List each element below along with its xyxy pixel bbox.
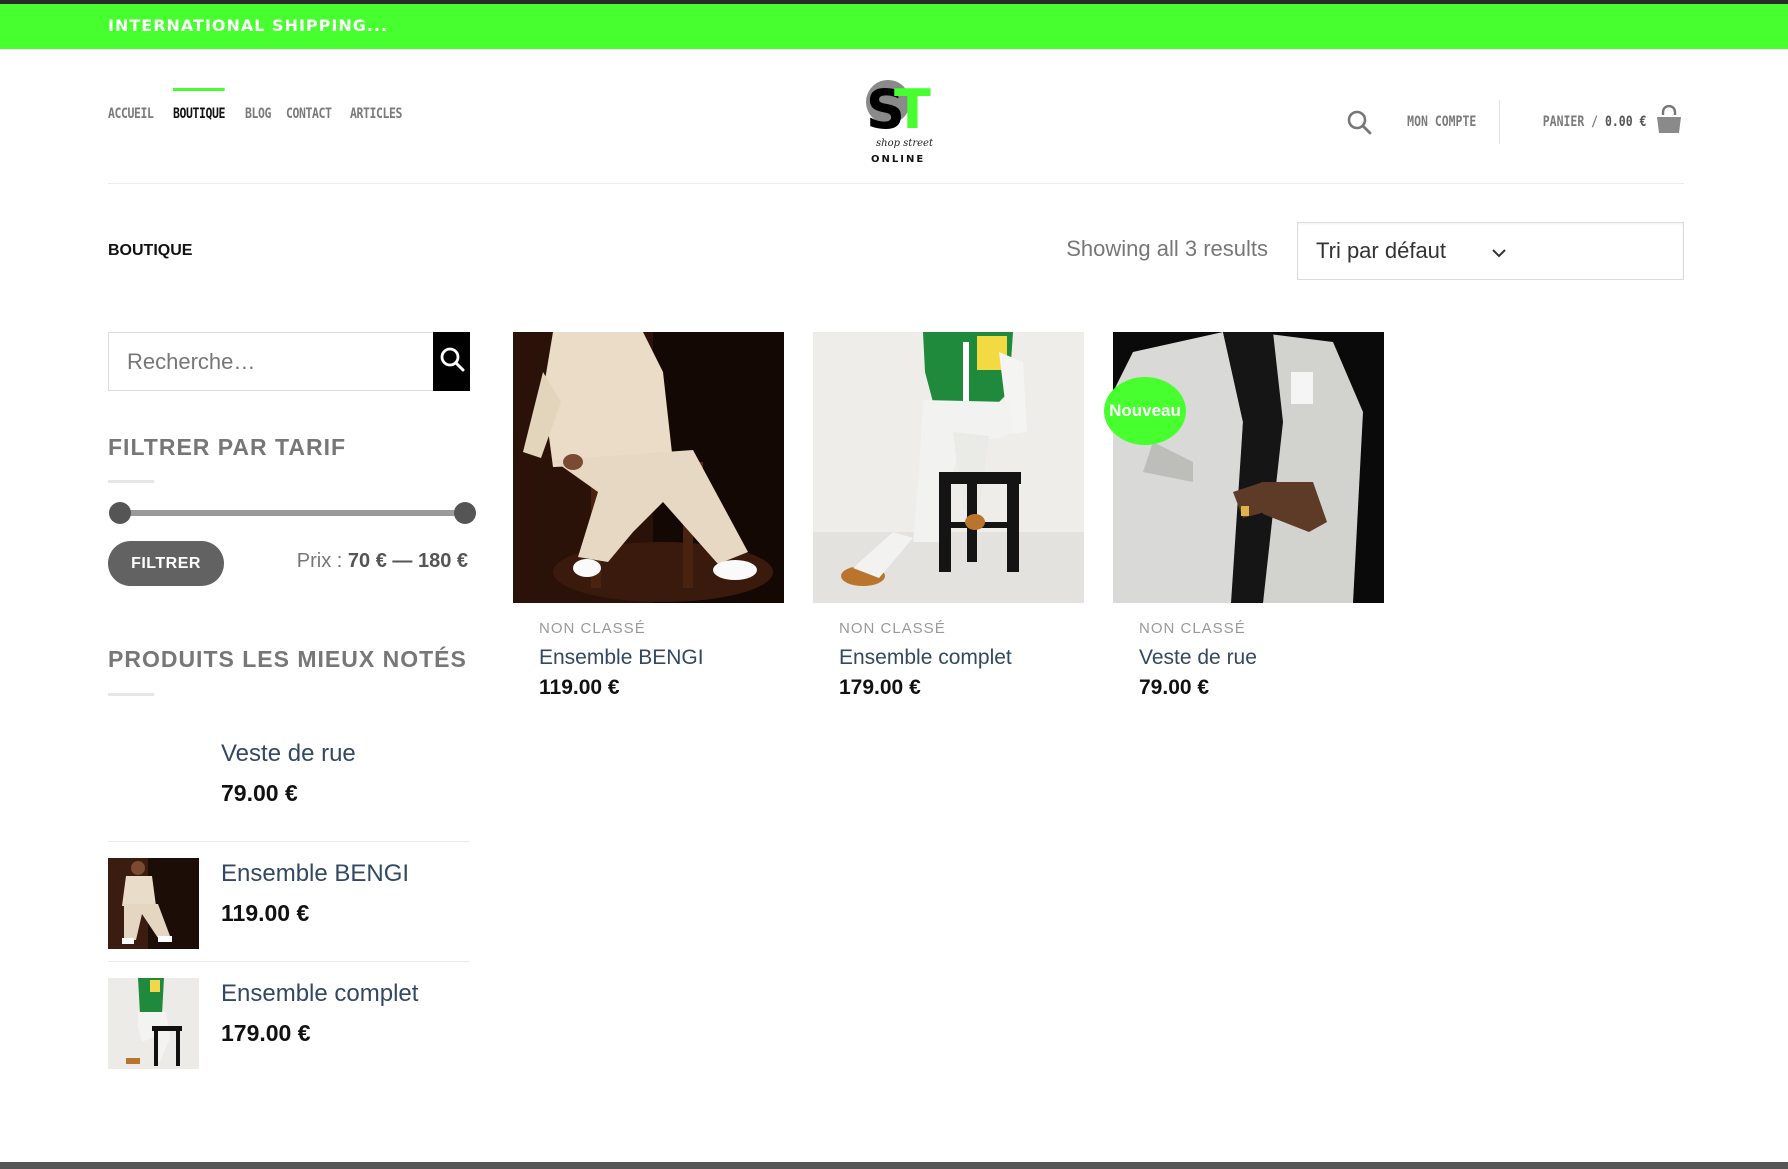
- svg-text:shop street: shop street: [876, 138, 934, 149]
- search-input[interactable]: [108, 332, 433, 391]
- product-price: 79.00 €: [1139, 676, 1210, 699]
- product-category[interactable]: NON CLASSÉ: [839, 620, 946, 637]
- breadcrumb: BOUTIQUE: [108, 242, 193, 259]
- top-rated-item-name[interactable]: Ensemble BENGI: [221, 860, 409, 888]
- announcement-bar: INTERNATIONAL SHIPPING...: [0, 4, 1788, 49]
- chevron-down-icon: [1491, 238, 1666, 264]
- list-divider: [108, 841, 470, 842]
- logo-mark: S T shop street ONLINE: [866, 78, 934, 165]
- top-rated-item-price: 119.00 €: [221, 900, 310, 926]
- product-thumbnail[interactable]: [108, 858, 199, 949]
- sidebar-search: [108, 332, 470, 391]
- new-badge: Nouveau: [1104, 377, 1186, 445]
- top-rated-item-veste[interactable]: Veste de rue 79.00 €: [108, 740, 470, 830]
- footer-strip: [0, 1162, 1788, 1169]
- price-range-value: 70 € — 180 €: [347, 550, 468, 572]
- nav-item-accueil[interactable]: ACCUEIL: [108, 106, 154, 122]
- account-link[interactable]: MON COMPTE: [1407, 114, 1476, 130]
- cart-total: 0.00 €: [1604, 114, 1646, 130]
- top-rated-item-price: 179.00 €: [221, 1020, 311, 1046]
- sort-select[interactable]: Tri par défaut: [1297, 222, 1684, 280]
- product-category[interactable]: NON CLASSÉ: [1139, 620, 1246, 637]
- nav-item-articles[interactable]: ARTICLES: [350, 106, 402, 122]
- product-category[interactable]: NON CLASSÉ: [539, 620, 646, 637]
- header-divider-line: [108, 183, 1684, 184]
- product-thumbnail[interactable]: [108, 978, 199, 1069]
- nav-item-boutique[interactable]: BOUTIQUE: [172, 88, 225, 122]
- result-count: Showing all 3 results: [1066, 236, 1268, 261]
- product-card: NON CLASSÉ Veste de rue 79.00 €: [1113, 332, 1384, 699]
- top-rated-item-complet[interactable]: Ensemble complet 179.00 €: [108, 978, 470, 1069]
- product-card: NON CLASSÉ Ensemble BENGI 119.00 €: [513, 332, 784, 699]
- product-price: 119.00 €: [539, 676, 620, 699]
- top-rated-item-name[interactable]: Ensemble complet: [221, 980, 418, 1008]
- product-image[interactable]: [813, 332, 1084, 603]
- top-rated-item-name[interactable]: Veste de rue: [221, 740, 356, 768]
- product-title[interactable]: Veste de rue: [1139, 646, 1257, 670]
- widget-title-underline: [108, 480, 154, 483]
- filter-button[interactable]: FILTRER: [108, 541, 224, 586]
- product-title[interactable]: Ensemble BENGI: [539, 646, 704, 670]
- price-filter-title: FILTRER PAR TARIF: [108, 434, 347, 460]
- top-rated-title: PRODUITS LES MIEUX NOTÉS: [108, 646, 467, 672]
- product-price: 179.00 €: [839, 676, 921, 699]
- cart-link[interactable]: PANIER / 0.00 €: [1520, 104, 1684, 140]
- search-submit-button[interactable]: [433, 332, 470, 391]
- announcement-text: INTERNATIONAL SHIPPING...: [108, 16, 389, 35]
- main-nav: ACCUEIL BOUTIQUE BLOG CONTACT ARTICLES: [108, 88, 403, 122]
- search-icon[interactable]: [1346, 109, 1372, 135]
- header-actions: MON COMPTE PANIER / 0.00 €: [1346, 100, 1684, 144]
- svg-text:T: T: [894, 78, 931, 141]
- list-divider: [108, 961, 470, 962]
- site-logo[interactable]: S T shop street ONLINE: [858, 76, 938, 166]
- nav-item-blog[interactable]: BLOG: [245, 106, 271, 122]
- price-slider-track[interactable]: [118, 510, 464, 516]
- product-image[interactable]: [1113, 332, 1384, 603]
- top-rated-item-price: 79.00 €: [221, 780, 298, 806]
- cart-bag-icon: [1654, 104, 1684, 140]
- sort-selected-value: Tri par défaut: [1316, 238, 1447, 263]
- search-icon: [439, 346, 465, 377]
- widget-title-underline: [108, 693, 154, 696]
- top-rated-item-bengi[interactable]: Ensemble BENGI 119.00 €: [108, 858, 470, 949]
- product-title[interactable]: Ensemble complet: [839, 646, 1012, 670]
- nav-item-contact[interactable]: CONTACT: [286, 106, 332, 122]
- price-slider-max-handle[interactable]: [454, 502, 476, 524]
- product-card: NON CLASSÉ Ensemble complet 179.00 €: [813, 332, 1084, 699]
- svg-text:ONLINE: ONLINE: [871, 154, 925, 165]
- header-divider: [1498, 100, 1500, 144]
- product-image[interactable]: [513, 332, 784, 603]
- cart-label: PANIER / 0.00 €: [1542, 114, 1646, 130]
- price-slider-min-handle[interactable]: [109, 502, 131, 524]
- price-range-label: Prix : 70 € — 180 €: [296, 550, 468, 572]
